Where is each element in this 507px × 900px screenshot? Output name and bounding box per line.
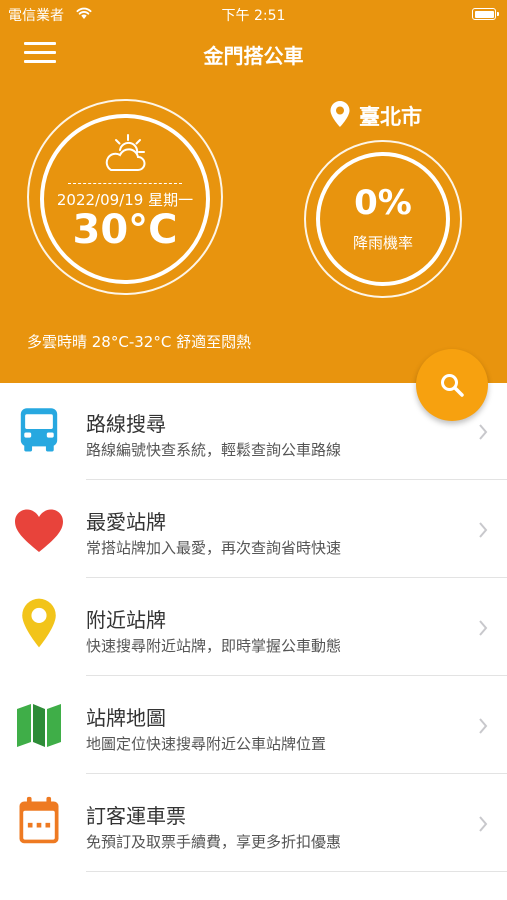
menu-item-title: 訂客運車票 — [86, 804, 186, 828]
menu-item-subtitle: 路線編號快查系統，輕鬆查詢公車路線 — [86, 441, 342, 459]
rain-probability-value: 0% — [354, 183, 412, 223]
row-divider — [86, 773, 507, 774]
row-divider — [86, 577, 507, 578]
weather-description: 多雲時晴 28°C-32°C 舒適至悶熱 — [27, 333, 252, 351]
chevron-right-icon — [479, 718, 488, 734]
chevron-right-icon — [479, 424, 488, 440]
chevron-right-icon — [479, 620, 488, 636]
map-icon — [17, 704, 61, 747]
menu-item-title: 附近站牌 — [86, 608, 166, 632]
location-pin-icon — [330, 101, 350, 127]
location-pin-icon — [22, 598, 56, 648]
row-divider — [86, 479, 507, 480]
chevron-right-icon — [479, 522, 488, 538]
calendar-icon — [19, 796, 59, 844]
weather-divider — [68, 183, 182, 184]
menu-item-nearby-stops[interactable]: 附近站牌 快速搜尋附近站牌，即時掌握公車動態 — [0, 579, 507, 676]
partly-cloudy-icon — [105, 134, 146, 171]
menu-item-subtitle: 地圖定位快速搜尋附近公車站牌位置 — [86, 735, 327, 753]
menu-item-subtitle: 常搭站牌加入最愛，再次查詢省時快速 — [86, 539, 342, 557]
battery-icon — [472, 8, 499, 20]
menu-item-title: 站牌地圖 — [86, 706, 166, 730]
menu-item-subtitle: 快速搜尋附近站牌，即時掌握公車動態 — [86, 637, 342, 655]
rain-probability-label: 降雨機率 — [352, 234, 413, 252]
menu-item-title: 最愛站牌 — [86, 510, 166, 534]
weather-header: 電信業者 下午 2:51 金門搭公車 2022/09/19 星期一 30°C 臺… — [0, 0, 507, 383]
menu-item-book-tickets[interactable]: 訂客運車票 免預訂及取票手續費，享更多折扣優惠 — [0, 775, 507, 872]
location-name: 臺北市 — [359, 105, 422, 129]
status-bar: 電信業者 下午 2:51 — [0, 0, 507, 28]
heart-icon — [15, 509, 63, 552]
menu-item-route-search[interactable]: 路線搜尋 路線編號快查系統，輕鬆查詢公車路線 — [0, 383, 507, 480]
chevron-right-icon — [479, 816, 488, 832]
menu-item-stop-map[interactable]: 站牌地圖 地圖定位快速搜尋附近公車站牌位置 — [0, 677, 507, 774]
status-time: 下午 2:51 — [221, 8, 286, 24]
menu-item-title: 路線搜尋 — [86, 412, 166, 436]
menu-item-partial — [0, 870, 507, 900]
row-divider — [86, 675, 507, 676]
bus-icon — [20, 408, 58, 452]
weather-temperature: 30°C — [72, 207, 178, 253]
app-title: 金門搭公車 — [203, 44, 304, 68]
menu-item-favorite-stops[interactable]: 最愛站牌 常搭站牌加入最愛，再次查詢省時快速 — [0, 481, 507, 578]
menu-item-subtitle: 免預訂及取票手續費，享更多折扣優惠 — [86, 833, 342, 851]
